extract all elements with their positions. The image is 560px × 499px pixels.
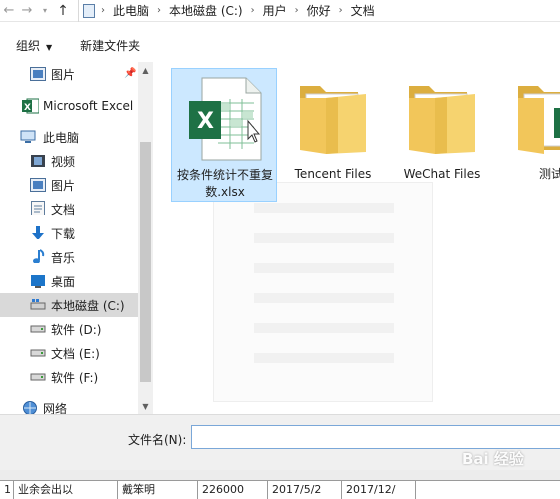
svg-text:X: X [197, 109, 214, 134]
drive-icon [30, 299, 46, 310]
filename-label: 文件名(N): [128, 433, 187, 447]
breadcrumb-item[interactable]: 你好 [307, 2, 331, 19]
toolbar: 组织 ▼ 新建文件夹 [0, 28, 560, 62]
nav-item-label: 下载 [51, 226, 76, 241]
nav-item-music[interactable]: 音乐 [0, 245, 138, 269]
file-name: Tencent Files [294, 167, 372, 181]
file-list-area[interactable]: X 按条件统计不重复数.xlsx Tencent Files WeChat Fi… [153, 62, 560, 414]
scroll-down-icon[interactable]: ▼ [138, 398, 153, 414]
documents-icon [31, 201, 45, 215]
file-name: 按条件统计不重复数.xlsx [176, 168, 273, 199]
organize-button[interactable]: 组织 ▼ [16, 37, 52, 54]
nav-item-label: 图片 [51, 178, 76, 193]
folder-icon [300, 86, 366, 154]
file-tile-folder[interactable]: WeChat Files [389, 68, 495, 202]
filename-input[interactable] [191, 425, 560, 449]
desktop-icon [31, 275, 45, 288]
nav-item-drive-f[interactable]: 软件 (F:) [0, 365, 138, 389]
pictures-icon [30, 178, 46, 192]
nav-item-label: 软件 (F:) [51, 370, 99, 385]
chevron-down-icon: ▼ [46, 42, 53, 52]
nav-item-drive-e[interactable]: 文档 (E:) [0, 341, 138, 365]
watermark-logo: Bai 经验 [462, 450, 524, 468]
file-name: WeChat Files [403, 167, 481, 181]
excel-file-icon: X [189, 77, 262, 161]
nav-item-label: 音乐 [51, 250, 76, 265]
address-bar: ← → ▾ ↑ › 此电脑 › 本地磁盘 (C:) › 用户 › 你好 › 文档 [0, 0, 560, 22]
nav-item-label: 网络 [43, 401, 68, 415]
drive-icon [30, 325, 46, 333]
nav-item-label: Microsoft Excel [43, 99, 134, 113]
breadcrumb-item[interactable]: 用户 [263, 2, 287, 19]
nav-item-microsoft-excel[interactable]: X Microsoft Excel [0, 94, 138, 118]
breadcrumb-separator-icon[interactable]: › [251, 5, 255, 16]
breadcrumb-item[interactable]: 文档 [351, 2, 375, 19]
drive-icon [30, 349, 46, 357]
folder-icon [409, 86, 475, 154]
nav-item-this-pc[interactable]: 此电脑 [0, 125, 138, 149]
new-folder-button[interactable]: 新建文件夹 [80, 37, 140, 54]
drive-icon [30, 373, 46, 381]
breadcrumb-separator-icon[interactable]: › [295, 5, 299, 16]
scroll-thumb[interactable] [140, 142, 151, 382]
nav-item-label: 此电脑 [43, 130, 80, 145]
nav-item-desktop[interactable]: 桌面 [0, 269, 138, 293]
file-tile-folder[interactable]: Tencent Files [280, 68, 386, 202]
location-icon [83, 3, 95, 18]
breadcrumb-item[interactable]: 此电脑 [113, 2, 149, 19]
nav-item-label: 本地磁盘 (C:) [51, 298, 125, 313]
history-chevron-icon[interactable]: ▾ [36, 0, 54, 22]
nav-item-label: 视频 [51, 154, 76, 169]
music-icon [33, 249, 45, 263]
table-cell: 226000 [198, 481, 268, 499]
pin-icon[interactable]: 📌 [124, 68, 136, 79]
nav-item-drive-c[interactable]: 本地磁盘 (C:) [0, 293, 138, 317]
nav-item-pictures[interactable]: 图片 [0, 173, 138, 197]
navigation-scrollbar[interactable]: ▲ ▼ [138, 62, 153, 414]
nav-item-drive-d[interactable]: 软件 (D:) [0, 317, 138, 341]
excel-icon: X [22, 98, 39, 114]
nav-item-videos[interactable]: 视频 [0, 149, 138, 173]
drag-ghost-preview [213, 182, 433, 402]
nav-item-label: 图片 [51, 67, 76, 82]
file-name: 测试 [538, 167, 560, 181]
breadcrumb[interactable]: › 此电脑 › 本地磁盘 (C:) › 用户 › 你好 › 文档 [78, 0, 560, 22]
folder-icon [518, 86, 560, 154]
nav-item-label: 文档 [51, 202, 76, 217]
nav-item-downloads[interactable]: 下载 [0, 221, 138, 245]
download-icon [32, 226, 44, 239]
back-arrow-icon[interactable]: ← [0, 0, 18, 22]
breadcrumb-separator-icon[interactable]: › [101, 5, 105, 16]
nav-item-documents[interactable]: 文档 [0, 197, 138, 221]
table-cell: 2017/12/ [342, 481, 416, 499]
network-icon [23, 401, 37, 414]
scroll-up-icon[interactable]: ▲ [138, 62, 153, 78]
nav-item-network[interactable]: 网络 [0, 396, 138, 414]
table-row: 1 业余会出以 戴笨明 226000 2017/5/2 2017/12/ [0, 480, 560, 499]
table-cell: 2017/5/2 [268, 481, 342, 499]
nav-item-label: 软件 (D:) [51, 322, 102, 337]
nav-item-pictures-quick[interactable]: 图片 📌 [0, 62, 138, 86]
breadcrumb-item[interactable]: 本地磁盘 (C:) [169, 2, 243, 19]
pictures-icon [30, 67, 46, 81]
table-cell: 业余会出以 [14, 481, 118, 499]
table-cell: 戴笨明 [118, 481, 198, 499]
file-tile-folder[interactable]: 测试 [498, 68, 560, 202]
breadcrumb-separator-icon[interactable]: › [339, 5, 343, 16]
nav-item-label: 文档 (E:) [51, 346, 100, 361]
svg-text:X: X [24, 103, 31, 113]
organize-label: 组织 [16, 38, 41, 53]
forward-arrow-icon[interactable]: → [18, 0, 36, 22]
up-arrow-icon[interactable]: ↑ [54, 0, 72, 22]
table-cell: 1 [0, 481, 14, 499]
breadcrumb-separator-icon[interactable]: › [157, 5, 161, 16]
nav-item-label: 桌面 [51, 274, 76, 289]
videos-icon [31, 155, 45, 167]
background-spreadsheet: 1 业余会出以 戴笨明 226000 2017/5/2 2017/12/ [0, 470, 560, 499]
file-tile-excel[interactable]: X 按条件统计不重复数.xlsx [171, 68, 277, 202]
computer-icon [20, 130, 36, 143]
navigation-pane: 图片 📌 X Microsoft Excel 此电脑 视频 图片 文档 下载 音… [0, 62, 138, 414]
